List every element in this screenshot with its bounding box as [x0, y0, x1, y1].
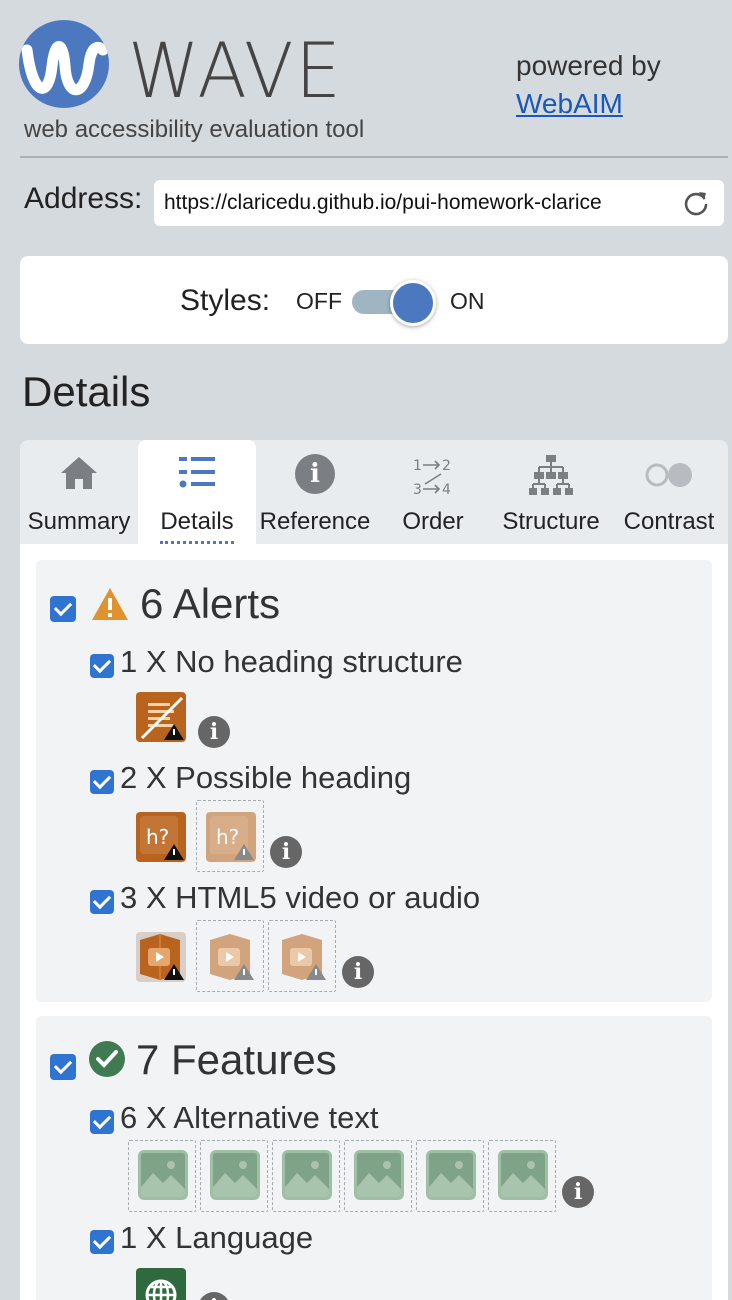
tab-label: Summary [27, 508, 131, 535]
webaim-link[interactable]: WebAIM [516, 88, 623, 120]
home-icon [61, 457, 97, 489]
video-audio-icon[interactable] [206, 932, 256, 982]
tab-reference[interactable]: i Reference [256, 440, 374, 544]
video-audio-icon[interactable] [136, 932, 186, 982]
tab-label: Structure [502, 508, 600, 535]
alerts-title: 6 Alerts [140, 580, 281, 627]
alert-item-label: 3 X HTML5 video or audio [120, 880, 481, 915]
svg-text:h?: h? [216, 825, 239, 849]
wave-logo-icon [19, 20, 109, 108]
feature-item-label: 6 X Alternative text [120, 1100, 379, 1135]
tab-details[interactable]: Details [138, 440, 256, 544]
details-panel: 6 Alerts 1 X No heading structure i 2 X … [20, 544, 728, 1300]
alert-item-label: 1 X No heading structure [120, 644, 463, 679]
logo-text: WAVE [128, 26, 343, 115]
feature-item-checkbox[interactable] [90, 1230, 114, 1254]
address-input[interactable]: https://claricedu.github.io/pui-homework… [164, 191, 674, 215]
styles-toggle-knob[interactable] [390, 280, 436, 326]
tab-bar: Summary Details i Reference 1 2 3 4 Orde… [20, 440, 728, 544]
svg-text:1: 1 [413, 458, 422, 474]
feature-check-icon [89, 1041, 125, 1077]
svg-text:3: 3 [413, 482, 422, 498]
alt-text-image-icon[interactable] [354, 1150, 404, 1200]
feature-item-checkbox[interactable] [90, 1110, 114, 1134]
language-globe-icon[interactable] [136, 1268, 186, 1300]
tab-order[interactable]: 1 2 3 4 Order [374, 440, 492, 544]
svg-text:4: 4 [442, 482, 451, 498]
structure-icon [529, 455, 573, 495]
info-icon[interactable]: i [270, 836, 302, 868]
alerts-checkbox[interactable] [50, 596, 76, 622]
details-heading: Details [22, 368, 151, 415]
possible-heading-icon[interactable]: h? [136, 812, 186, 862]
powered-by-text: powered by [516, 50, 661, 81]
info-icon: i [295, 454, 335, 494]
info-icon[interactable]: i [198, 716, 230, 748]
tab-label: Order [402, 508, 464, 535]
refresh-icon[interactable] [682, 189, 710, 217]
tab-label: Contrast [623, 508, 715, 535]
alt-text-image-icon[interactable] [210, 1150, 260, 1200]
alert-item-checkbox[interactable] [90, 654, 114, 678]
contrast-icon [645, 463, 692, 487]
wave-header: WAVE web accessibility evaluation tool p… [0, 0, 732, 160]
tab-contrast[interactable]: Contrast [610, 440, 728, 544]
alt-text-image-icon[interactable] [426, 1150, 476, 1200]
alert-item-label: 2 X Possible heading [120, 760, 412, 795]
order-icon: 1 2 3 4 [413, 458, 451, 498]
tab-label: Reference [259, 508, 371, 535]
styles-panel: Styles: OFF ON [20, 256, 728, 344]
tab-structure[interactable]: Structure [492, 440, 610, 544]
svg-text:2: 2 [442, 458, 451, 474]
alt-text-image-icon[interactable] [498, 1150, 548, 1200]
info-icon[interactable]: i [198, 1292, 230, 1300]
no-heading-structure-icon[interactable] [136, 692, 186, 742]
feature-item-label: 1 X Language [120, 1220, 314, 1255]
features-checkbox[interactable] [50, 1054, 76, 1080]
alert-triangle-icon [92, 588, 128, 620]
svg-text:h?: h? [146, 825, 169, 849]
alert-item-checkbox[interactable] [90, 770, 114, 794]
address-field[interactable]: https://claricedu.github.io/pui-homework… [154, 180, 724, 226]
toggle-on-label: ON [450, 288, 485, 314]
address-label: Address: [24, 182, 143, 215]
features-group: 7 Features 6 X Alternative text i 1 X La… [36, 1016, 712, 1300]
features-title: 7 Features [136, 1036, 337, 1083]
alt-text-image-icon[interactable] [138, 1150, 188, 1200]
styles-label: Styles: [180, 284, 271, 317]
alerts-group: 6 Alerts 1 X No heading structure i 2 X … [36, 560, 712, 1002]
info-icon[interactable]: i [562, 1176, 594, 1208]
alert-item-checkbox[interactable] [90, 890, 114, 914]
tab-summary[interactable]: Summary [20, 440, 138, 544]
logo-subtitle: web accessibility evaluation tool [24, 116, 365, 143]
video-audio-icon[interactable] [278, 932, 328, 982]
info-icon[interactable]: i [342, 956, 374, 988]
possible-heading-icon[interactable]: h? [206, 812, 256, 862]
header-divider [20, 156, 728, 158]
toggle-off-label: OFF [296, 288, 342, 314]
alt-text-image-icon[interactable] [282, 1150, 332, 1200]
tab-label: Details [138, 508, 256, 544]
list-icon [179, 457, 215, 488]
